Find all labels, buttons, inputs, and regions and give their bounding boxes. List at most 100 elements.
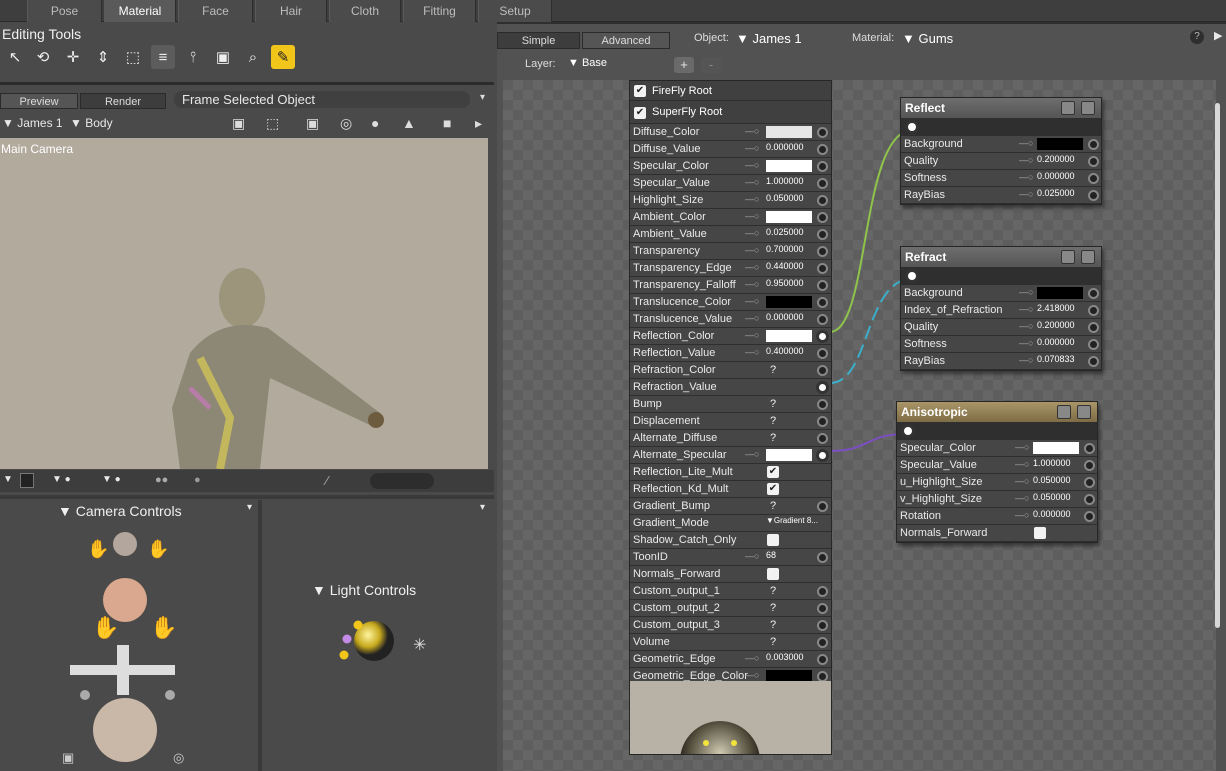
layer-selector[interactable]: ▼ Base <box>568 57 607 69</box>
key-icon[interactable]: —○ <box>745 670 759 680</box>
node-param-specular-value[interactable]: Specular_Value —○ 1.000000 <box>897 457 1097 474</box>
input-connector[interactable] <box>817 161 828 172</box>
param-row-diffuse-color[interactable]: Diffuse_Color —○ <box>630 124 831 141</box>
firefly-root-checkbox[interactable]: ✔ <box>634 85 646 97</box>
param-value[interactable]: 0.200000 <box>1037 154 1075 164</box>
display-style-icon[interactable] <box>20 473 34 488</box>
param-value[interactable]: 0.000000 <box>766 312 804 322</box>
input-connector[interactable] <box>1088 173 1099 184</box>
node-param-raybias[interactable]: RayBias —○ 0.070833 <box>901 353 1101 370</box>
input-connector[interactable] <box>1088 190 1099 201</box>
key-icon[interactable]: —○ <box>1015 459 1029 469</box>
anisotropic-node[interactable]: Anisotropic Specular_Color —○ Specular_Valu… <box>896 401 1098 543</box>
param-row-geometric-edge[interactable]: Geometric_Edge —○ 0.003000 <box>630 651 831 668</box>
param-row-transparency-falloff[interactable]: Transparency_Falloff —○ 0.950000 <box>630 277 831 294</box>
color-swatch[interactable] <box>766 330 812 342</box>
input-connector[interactable] <box>817 280 828 291</box>
param-row-diffuse-value[interactable]: Diffuse_Value —○ 0.000000 <box>630 141 831 158</box>
scale-icon[interactable]: ⬚ <box>121 45 145 69</box>
input-connector[interactable] <box>817 195 828 206</box>
node-param-background[interactable]: Background —○ <box>901 285 1101 302</box>
param-row-ambient-value[interactable]: Ambient_Value —○ 0.025000 <box>630 226 831 243</box>
chevron-down-icon[interactable]: ▼ ● <box>52 474 71 485</box>
reflect-node[interactable]: Reflect Background —○ Quality —○ 0.200000 Soft… <box>900 97 1102 205</box>
param-menu[interactable]: ▼Gradient 8... <box>766 516 818 525</box>
next-arrow-icon[interactable]: ▸ <box>475 115 482 132</box>
param-checkbox[interactable] <box>767 534 779 546</box>
body-part-selector[interactable]: ▼ Body <box>70 116 113 130</box>
node-param-rotation[interactable]: Rotation —○ 0.000000 <box>897 508 1097 525</box>
move-vertical-icon[interactable]: ⇕ <box>91 45 115 69</box>
param-value[interactable]: 68 <box>766 550 776 560</box>
tab-material[interactable]: Material <box>104 0 176 22</box>
param-row-ambient-color[interactable]: Ambient_Color —○ <box>630 209 831 226</box>
param-row-reflection-color[interactable]: Reflection_Color —○ <box>630 328 831 345</box>
superfly-root-checkbox[interactable]: ✔ <box>634 107 646 119</box>
output-connector[interactable] <box>905 120 919 134</box>
key-icon[interactable]: —○ <box>1019 138 1033 148</box>
key-icon[interactable]: —○ <box>1019 172 1033 182</box>
color-swatch[interactable] <box>766 211 812 223</box>
param-row-reflection-lite-mult[interactable]: Reflection_Lite_Mult ✔ <box>630 464 831 481</box>
key-icon[interactable]: —○ <box>745 449 759 459</box>
input-connector[interactable] <box>1084 511 1095 522</box>
tab-cloth[interactable]: Cloth <box>329 0 401 22</box>
node-menu-icon[interactable] <box>1061 101 1075 115</box>
key-icon[interactable]: —○ <box>745 160 759 170</box>
chevron-down-icon[interactable]: ▼ <box>3 474 13 485</box>
input-connector[interactable] <box>1084 443 1095 454</box>
param-row-custom-output-2[interactable]: Custom_output_2? <box>630 600 831 617</box>
param-row-highlight-size[interactable]: Highlight_Size —○ 0.050000 <box>630 192 831 209</box>
zoom-icon[interactable]: ⌕ <box>241 45 265 69</box>
camera-icon[interactable]: ▣ <box>232 115 245 132</box>
key-icon[interactable]: —○ <box>745 347 759 357</box>
select-arrow-icon[interactable]: ↖ <box>3 45 27 69</box>
node-title-bar[interactable]: Refract <box>901 247 1101 267</box>
tab-advanced[interactable]: Advanced <box>582 32 670 49</box>
param-row-alternate-specular[interactable]: Alternate_Specular —○ <box>630 447 831 464</box>
param-row-specular-value[interactable]: Specular_Value —○ 1.000000 <box>630 175 831 192</box>
chevron-down-icon[interactable]: ▼ ● <box>102 474 121 485</box>
node-param-softness[interactable]: Softness —○ 0.000000 <box>901 170 1101 187</box>
node-param-index-of-refraction[interactable]: Index_of_Refraction —○ 2.418000 <box>901 302 1101 319</box>
param-value[interactable]: 0.000000 <box>1037 171 1075 181</box>
help-button[interactable]: ? <box>1190 30 1204 44</box>
node-menu-icon[interactable] <box>1061 250 1075 264</box>
param-checkbox[interactable] <box>1034 527 1046 539</box>
input-connector[interactable] <box>817 212 828 223</box>
input-connector[interactable] <box>1088 156 1099 167</box>
key-icon[interactable]: —○ <box>1019 304 1033 314</box>
node-param-softness[interactable]: Softness —○ 0.000000 <box>901 336 1101 353</box>
input-connector[interactable] <box>817 637 828 648</box>
node-title-bar[interactable]: Reflect <box>901 98 1101 118</box>
param-checkbox[interactable] <box>767 568 779 580</box>
input-connector[interactable] <box>817 365 828 376</box>
input-connector[interactable] <box>1088 339 1099 350</box>
key-icon[interactable]: —○ <box>745 653 759 663</box>
param-row-refraction-value[interactable]: Refraction_Value <box>630 379 831 396</box>
param-value[interactable]: 0.700000 <box>766 244 804 254</box>
input-connector[interactable] <box>817 178 828 189</box>
frame-selected-object-button[interactable]: Frame Selected Object <box>174 91 470 108</box>
eyedropper-icon[interactable]: ✎ <box>271 45 295 69</box>
color-swatch[interactable] <box>1037 287 1083 299</box>
param-value[interactable]: 0.000000 <box>766 142 804 152</box>
camera-icon[interactable]: ▣ <box>306 115 319 132</box>
input-connector[interactable] <box>817 127 828 138</box>
input-connector[interactable] <box>817 501 828 512</box>
key-icon[interactable]: —○ <box>1019 189 1033 199</box>
key-icon[interactable]: —○ <box>1015 493 1029 503</box>
output-connector[interactable] <box>905 269 919 283</box>
video-camera-icon[interactable]: ■ <box>443 115 451 131</box>
remove-layer-button[interactable]: - <box>701 57 721 73</box>
input-connector[interactable] <box>817 654 828 665</box>
tab-face[interactable]: Face <box>178 0 253 22</box>
param-row-shadow-catch-only[interactable]: Shadow_Catch_Only <box>630 532 831 549</box>
param-value[interactable]: 0.025000 <box>1037 188 1075 198</box>
color-swatch[interactable] <box>1033 442 1079 454</box>
graph-scrollbar[interactable] <box>1215 103 1220 628</box>
input-connector[interactable] <box>817 416 828 427</box>
input-connector[interactable] <box>1088 305 1099 316</box>
input-connector[interactable] <box>817 144 828 155</box>
tab-simple[interactable]: Simple <box>497 32 580 49</box>
